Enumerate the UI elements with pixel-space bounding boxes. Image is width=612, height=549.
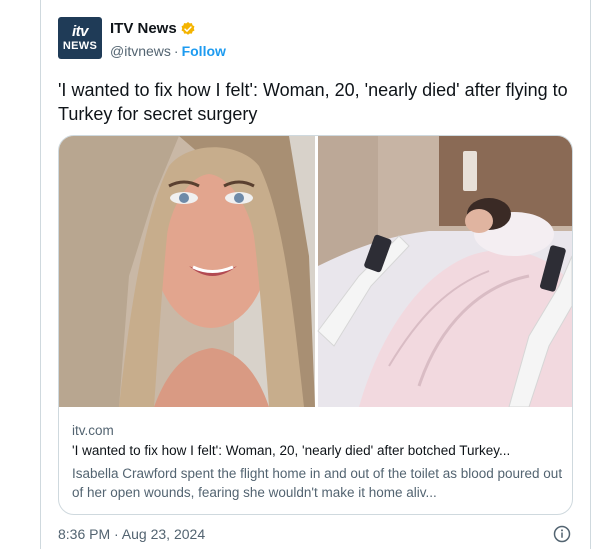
handle-separator: · [173, 43, 179, 59]
card-image-graphic [59, 136, 572, 407]
tweet-timestamp[interactable]: 8:36 PM · Aug 23, 2024 [58, 526, 205, 542]
card-title: 'I wanted to fix how I felt': Woman, 20,… [72, 443, 511, 458]
verified-badge-icon [181, 21, 195, 35]
tweet-text: 'I wanted to fix how I felt': Woman, 20,… [58, 80, 568, 124]
itv-news-avatar[interactable]: itv NEWS [58, 17, 102, 59]
card-image[interactable] [59, 136, 572, 407]
author-handle[interactable]: @itvnews [110, 43, 171, 59]
author-name-row: ITV News [110, 20, 196, 37]
author-name[interactable]: ITV News [110, 20, 177, 37]
card-domain: itv.com [72, 423, 114, 438]
author-handle-row: @itvnews · Follow [110, 43, 226, 59]
avatar-logo-top: itv [71, 23, 89, 40]
link-card[interactable]: itv.com 'I wanted to fix how I felt': Wo… [58, 135, 573, 515]
follow-button[interactable]: Follow [182, 43, 226, 59]
avatar-logo-bottom: NEWS [62, 40, 98, 52]
card-description: Isabella Crawford spent the flight home … [72, 466, 563, 500]
info-icon[interactable] [553, 525, 571, 543]
